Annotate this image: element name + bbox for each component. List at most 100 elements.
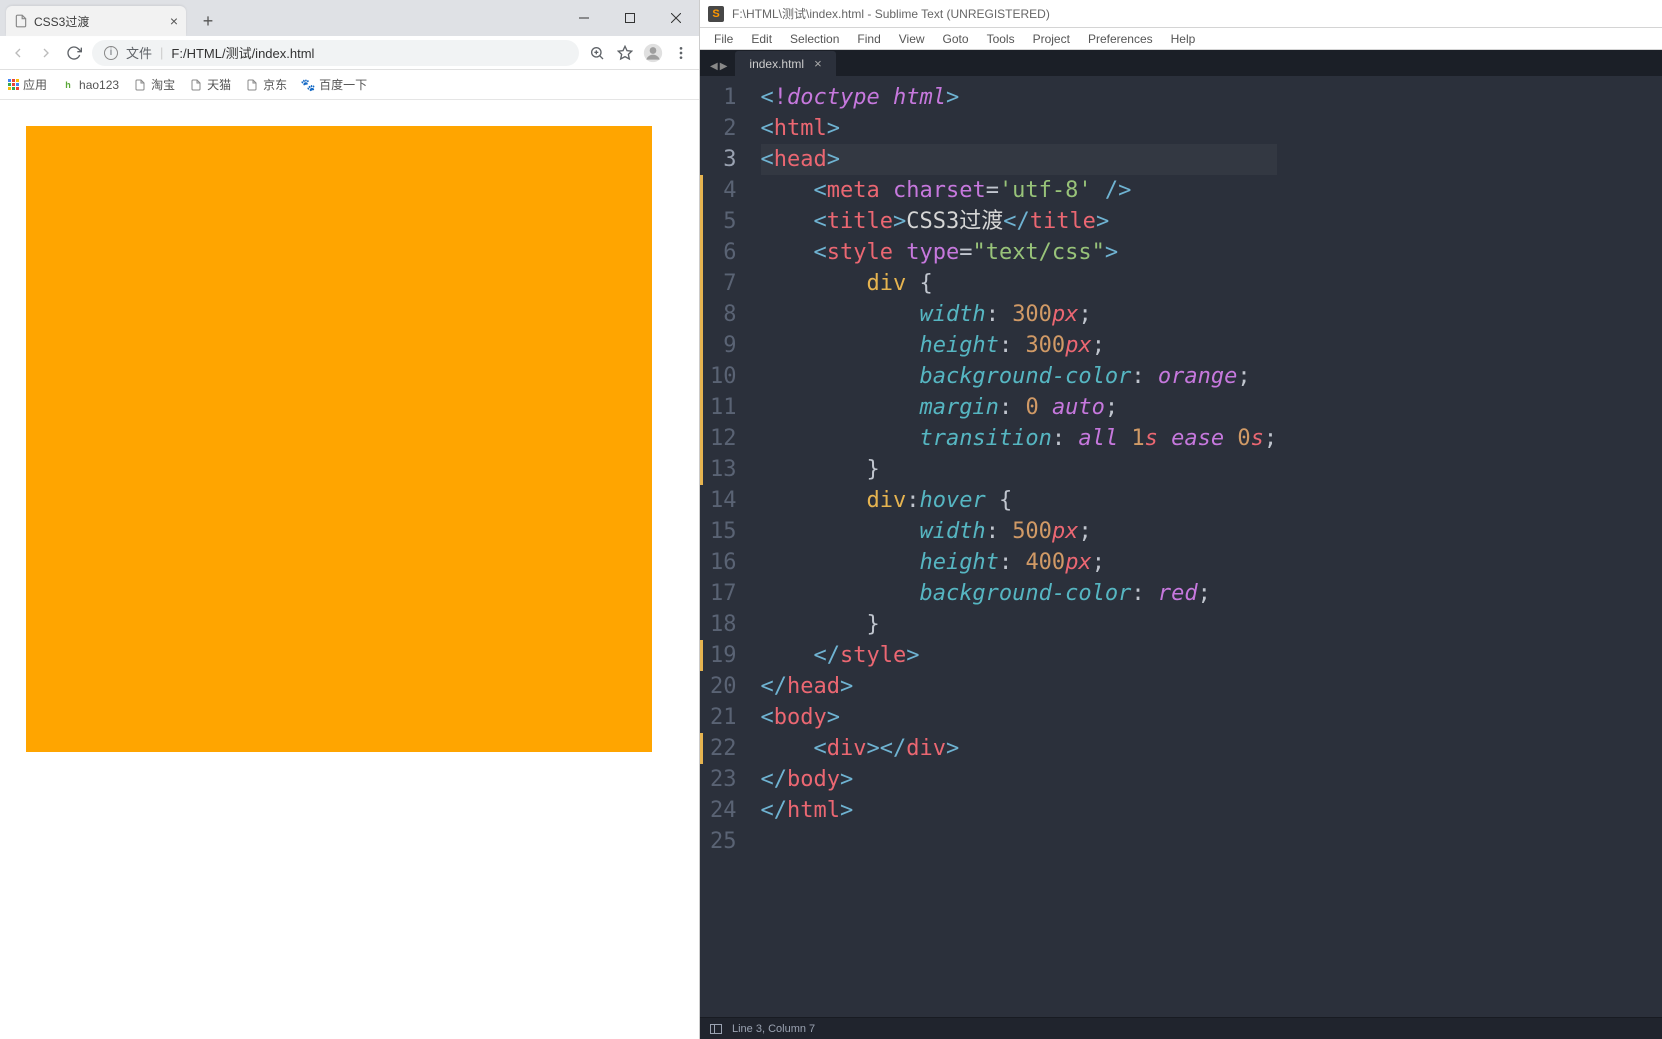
code-line[interactable]	[761, 826, 1278, 857]
line-number[interactable]: 10	[710, 361, 737, 392]
code-editor[interactable]: 1234567891011121314151617181920212223242…	[700, 76, 1662, 1017]
code-line[interactable]: </head>	[761, 671, 1278, 702]
demo-div[interactable]	[26, 126, 652, 752]
line-number[interactable]: 8	[710, 299, 737, 330]
line-number[interactable]: 20	[710, 671, 737, 702]
code-line[interactable]: <title>CSS3过渡</title>	[761, 206, 1278, 237]
line-number[interactable]: 19	[710, 640, 737, 671]
zoom-icon[interactable]	[587, 43, 607, 63]
menu-item[interactable]: Goto	[935, 30, 977, 48]
bookmark-item[interactable]: h hao123	[61, 78, 119, 92]
code-line[interactable]: height: 300px;	[761, 330, 1278, 361]
code-line[interactable]: }	[761, 609, 1278, 640]
code-line[interactable]: div {	[761, 268, 1278, 299]
line-number[interactable]: 15	[710, 516, 737, 547]
code-line[interactable]: width: 500px;	[761, 516, 1278, 547]
code-line[interactable]: width: 300px;	[761, 299, 1278, 330]
line-number[interactable]: 9	[710, 330, 737, 361]
nav-forward-icon[interactable]: ▶	[720, 61, 728, 72]
menu-item[interactable]: Project	[1025, 30, 1078, 48]
menu-item[interactable]: File	[706, 30, 741, 48]
browser-tab[interactable]: CSS3过渡 ×	[6, 6, 186, 36]
code-line[interactable]: </style>	[761, 640, 1278, 671]
address-bar[interactable]: i 文件 | F:/HTML/测试/index.html	[92, 40, 579, 66]
menu-icon[interactable]	[671, 43, 691, 63]
menu-item[interactable]: Tools	[979, 30, 1023, 48]
panel-toggle-icon[interactable]	[710, 1024, 722, 1034]
line-number[interactable]: 14	[710, 485, 737, 516]
gutter-marker	[700, 237, 703, 268]
gutter-marker	[700, 361, 703, 392]
line-number[interactable]: 18	[710, 609, 737, 640]
code-line[interactable]: background-color: orange;	[761, 361, 1278, 392]
line-number[interactable]: 24	[710, 795, 737, 826]
gutter-marker	[700, 454, 703, 485]
bookmark-star-icon[interactable]	[615, 43, 635, 63]
back-button[interactable]	[8, 43, 28, 63]
bookmark-item[interactable]: 京东	[245, 76, 287, 93]
info-icon[interactable]: i	[104, 46, 118, 60]
code-line[interactable]: <meta charset='utf-8' />	[761, 175, 1278, 206]
line-number[interactable]: 2	[710, 113, 737, 144]
line-number[interactable]: 3	[710, 144, 737, 175]
line-number[interactable]: 21	[710, 702, 737, 733]
code-line[interactable]: transition: all 1s ease 0s;	[761, 423, 1278, 454]
close-window-button[interactable]	[653, 0, 699, 36]
line-number[interactable]: 23	[710, 764, 737, 795]
profile-icon[interactable]	[643, 43, 663, 63]
bookmark-item[interactable]: 🐾百度一下	[301, 76, 367, 93]
code-line[interactable]: background-color: red;	[761, 578, 1278, 609]
bookmark-label: hao123	[79, 78, 119, 92]
reload-button[interactable]	[64, 43, 84, 63]
code-line[interactable]: margin: 0 auto;	[761, 392, 1278, 423]
line-number[interactable]: 6	[710, 237, 737, 268]
menu-item[interactable]: Preferences	[1080, 30, 1161, 48]
line-number[interactable]: 4	[710, 175, 737, 206]
minimize-button[interactable]	[561, 0, 607, 36]
line-number[interactable]: 22	[710, 733, 737, 764]
line-number[interactable]: 1	[710, 82, 737, 113]
bookmark-item[interactable]: 淘宝	[133, 76, 175, 93]
code-line[interactable]: height: 400px;	[761, 547, 1278, 578]
code-line[interactable]: div:hover {	[761, 485, 1278, 516]
line-number[interactable]: 13	[710, 454, 737, 485]
code-line[interactable]: <head>	[761, 144, 1278, 175]
maximize-button[interactable]	[607, 0, 653, 36]
editor-tab[interactable]: index.html ×	[735, 51, 835, 76]
code-line[interactable]: <!doctype html>	[761, 82, 1278, 113]
line-number[interactable]: 25	[710, 826, 737, 857]
close-tab-icon[interactable]: ×	[170, 13, 178, 29]
url-path: F:/HTML/测试/index.html	[171, 43, 314, 62]
code-line[interactable]: </body>	[761, 764, 1278, 795]
menu-item[interactable]: View	[891, 30, 933, 48]
line-number[interactable]: 11	[710, 392, 737, 423]
menu-item[interactable]: Find	[849, 30, 888, 48]
bookmark-item[interactable]: 应用	[8, 76, 47, 93]
hao123-icon: h	[61, 78, 75, 92]
nav-back-icon[interactable]: ◀	[710, 61, 718, 72]
code-line[interactable]: }	[761, 454, 1278, 485]
code-line[interactable]: <div></div>	[761, 733, 1278, 764]
code-line[interactable]: <html>	[761, 113, 1278, 144]
line-number-gutter[interactable]: 1234567891011121314151617181920212223242…	[700, 76, 751, 1017]
menu-item[interactable]: Selection	[782, 30, 847, 48]
code-line[interactable]: </html>	[761, 795, 1278, 826]
code-line[interactable]: <body>	[761, 702, 1278, 733]
line-number[interactable]: 12	[710, 423, 737, 454]
menu-item[interactable]: Help	[1163, 30, 1204, 48]
minimap[interactable]	[1644, 76, 1662, 1017]
file-icon	[14, 14, 28, 28]
line-number[interactable]: 16	[710, 547, 737, 578]
file-icon	[189, 78, 203, 92]
line-number[interactable]: 5	[710, 206, 737, 237]
line-number[interactable]: 7	[710, 268, 737, 299]
bookmark-item[interactable]: 天猫	[189, 76, 231, 93]
line-number[interactable]: 17	[710, 578, 737, 609]
forward-button[interactable]	[36, 43, 56, 63]
bookmark-label: 百度一下	[319, 76, 367, 93]
code-area[interactable]: <!doctype html><html><head> <meta charse…	[751, 76, 1288, 1017]
menu-item[interactable]: Edit	[743, 30, 780, 48]
new-tab-button[interactable]: +	[194, 7, 222, 35]
code-line[interactable]: <style type="text/css">	[761, 237, 1278, 268]
close-tab-icon[interactable]: ×	[814, 56, 822, 71]
